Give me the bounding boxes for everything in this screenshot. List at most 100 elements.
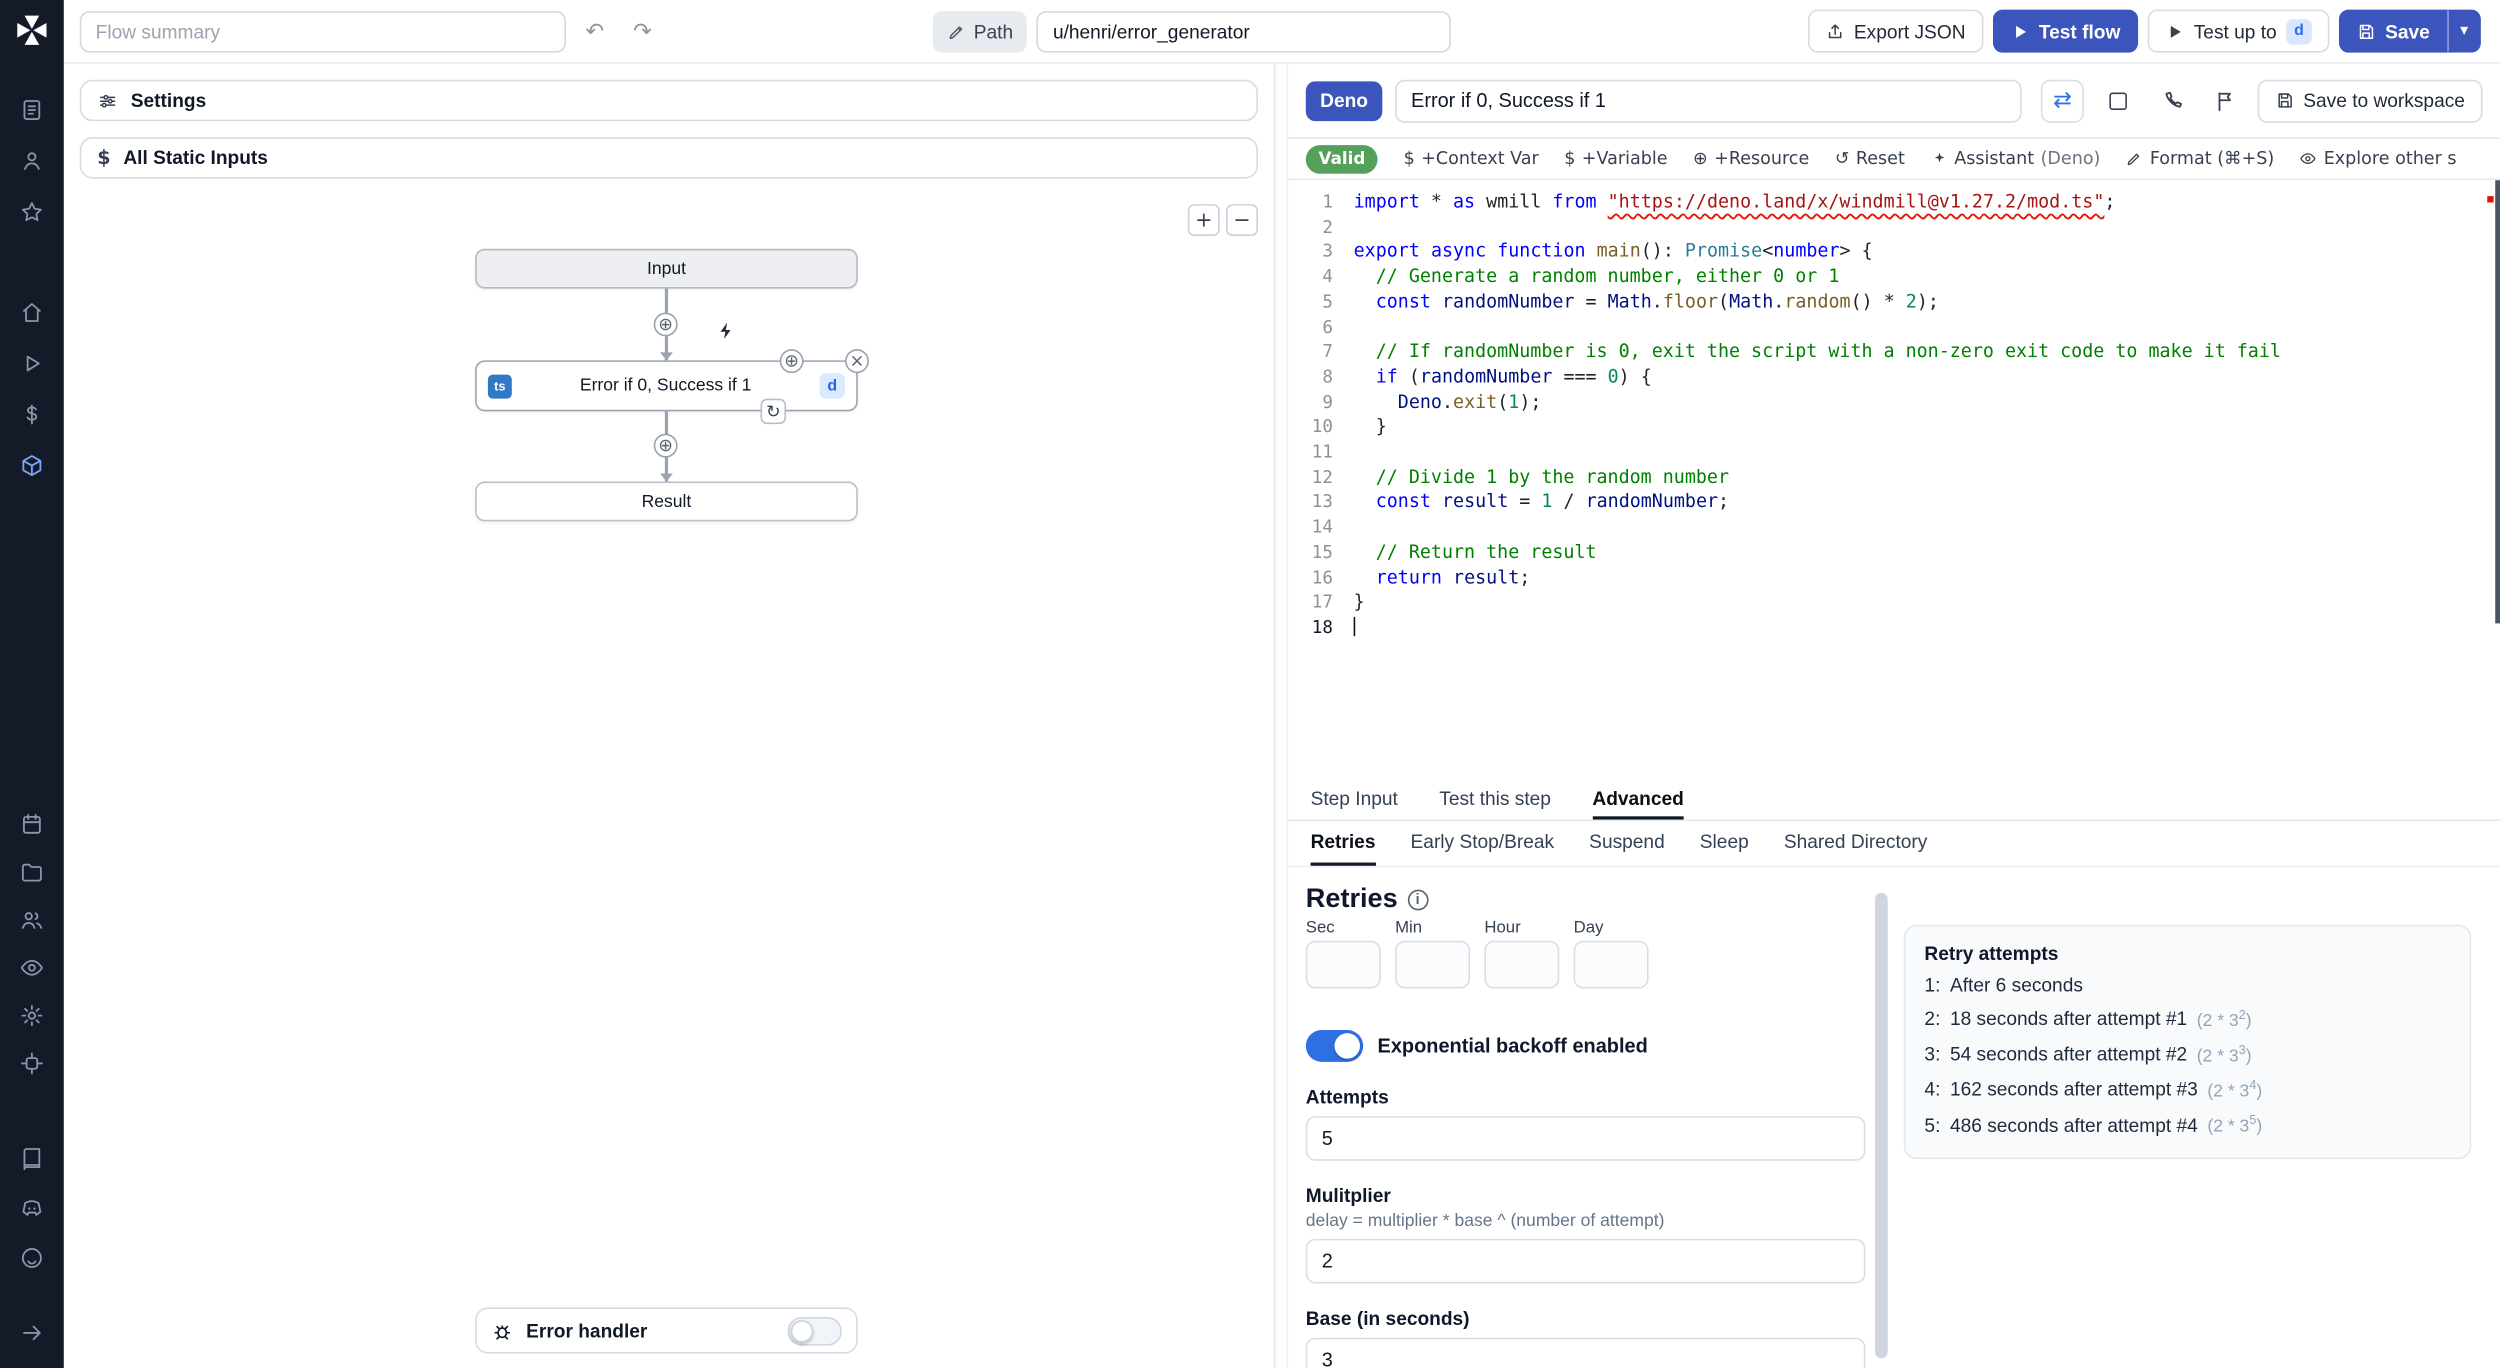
insert-step-button[interactable]: ⊕ [653, 433, 678, 458]
retries-form: Retries i Sec Min Hour Day Exponential b… [1305, 883, 1866, 1368]
subtab-early-stop[interactable]: Early Stop/Break [1411, 821, 1555, 866]
add-resource-button[interactable]: ⊕ +Resource [1693, 148, 1809, 169]
code-line[interactable]: 7 // If randomNumber is 0, exit the scri… [1304, 340, 2500, 365]
code-line[interactable]: 15 // Return the result [1304, 540, 2500, 565]
typescript-badge: ts [487, 373, 512, 398]
day-input[interactable] [1573, 940, 1649, 989]
code-line[interactable]: 5 const randomNumber = Math.floor(Math.r… [1304, 290, 2500, 315]
expand-square-button[interactable] [2100, 81, 2138, 119]
save-dropdown-button[interactable]: ▾ [2447, 9, 2481, 53]
tab-test-this-step[interactable]: Test this step [1439, 780, 1551, 820]
add-variable-button[interactable]: $ +Variable [1564, 148, 1667, 169]
flow-summary-input[interactable] [79, 10, 567, 52]
code-line[interactable]: 17} [1304, 590, 2500, 615]
subtab-sleep[interactable]: Sleep [1700, 821, 1749, 866]
code-line[interactable]: 10 } [1304, 415, 2500, 440]
code-line[interactable]: 12 // Divide 1 by the random number [1304, 465, 2500, 490]
code-line[interactable]: 13 const result = 1 / randomNumber; [1304, 490, 2500, 515]
all-static-inputs-bar[interactable]: $ All Static Inputs [79, 137, 1258, 179]
code-editor[interactable]: 1 import * as wmill from "https://deno.la… [1288, 180, 2500, 780]
flow-node-input[interactable]: Input [475, 248, 858, 289]
step-name-input[interactable] [1395, 78, 2023, 122]
code-line[interactable]: 8 if (randomNumber === 0) { [1304, 365, 2500, 390]
code-line[interactable]: 1 import * as wmill from "https://deno.la… [1304, 190, 2500, 215]
user-icon[interactable] [18, 147, 45, 174]
save-button[interactable]: Save [2338, 9, 2448, 53]
export-json-button[interactable]: Export JSON [1807, 9, 1984, 53]
test-flow-button[interactable]: Test flow [1992, 9, 2138, 53]
gear-icon[interactable] [18, 1001, 45, 1028]
play-icon[interactable] [18, 349, 45, 376]
tab-advanced[interactable]: Advanced [1592, 780, 1684, 820]
resources-cube-icon[interactable] [18, 451, 45, 478]
multiplier-input[interactable] [1305, 1238, 1866, 1284]
code-line[interactable]: 9 Deno.exit(1); [1304, 390, 2500, 415]
panel-splitter[interactable] [1275, 63, 1287, 1368]
eye-icon[interactable] [18, 953, 45, 980]
redo-button[interactable]: ↷ [623, 12, 661, 50]
code-line[interactable]: 14 [1304, 515, 2500, 540]
subtab-suspend[interactable]: Suspend [1589, 821, 1665, 866]
star-icon[interactable] [18, 198, 45, 225]
trigger-bolt-button[interactable] [711, 316, 740, 345]
code-line[interactable]: 2 [1304, 215, 2500, 240]
flag-button[interactable] [2207, 81, 2245, 119]
insert-step-button[interactable]: ⊕ [653, 312, 678, 337]
discord-icon[interactable] [18, 1194, 45, 1221]
calendar-icon[interactable] [18, 810, 45, 837]
error-handler-toggle[interactable] [787, 1316, 842, 1345]
save-to-workspace-button[interactable]: Save to workspace [2257, 78, 2483, 122]
editor-overview-ruler[interactable] [2495, 180, 2500, 624]
add-branch-button[interactable]: ⊕ [779, 349, 804, 374]
dollar-icon[interactable] [18, 400, 45, 427]
hour-input[interactable] [1484, 940, 1560, 989]
path-input[interactable] [1037, 10, 1452, 52]
code-line[interactable]: 4 // Generate a random number, either 0 … [1304, 265, 2500, 290]
assistant-button[interactable]: Assistant (Deno) [1930, 148, 2100, 169]
code-line[interactable]: 18 [1304, 615, 2500, 640]
error-handler-bar[interactable]: Error handler [475, 1307, 858, 1354]
min-label: Min [1395, 918, 1423, 938]
code-line[interactable]: 16 return result; [1304, 565, 2500, 590]
phone-button[interactable] [2153, 81, 2191, 119]
zoom-out-button[interactable]: − [1226, 204, 1258, 236]
docs-book-icon[interactable] [18, 1145, 45, 1172]
attempts-input[interactable] [1305, 1116, 1866, 1161]
diff-swap-button[interactable]: ⇄ [2041, 78, 2084, 122]
expand-sidebar-icon[interactable] [18, 1319, 45, 1346]
code-line[interactable]: 3 export async function main(): Promise<n… [1304, 240, 2500, 265]
toggle-knob [1334, 1033, 1361, 1059]
format-button[interactable]: Format (⌘+S) [2126, 148, 2274, 169]
settings-bar[interactable]: Settings [79, 79, 1258, 122]
zoom-in-button[interactable]: + [1187, 204, 1220, 236]
sec-input[interactable] [1305, 940, 1381, 989]
subtab-shared-directory[interactable]: Shared Directory [1784, 821, 1928, 866]
exponential-backoff-toggle[interactable] [1305, 1029, 1364, 1062]
home-icon[interactable] [18, 298, 45, 325]
tab-step-input[interactable]: Step Input [1311, 780, 1398, 820]
reset-button[interactable]: ↺ Reset [1835, 148, 1905, 169]
folder-icon[interactable] [18, 858, 45, 885]
min-input[interactable] [1395, 940, 1471, 989]
github-icon[interactable] [18, 1244, 45, 1271]
subtab-retries[interactable]: Retries [1310, 821, 1376, 866]
base-input[interactable] [1305, 1337, 1866, 1368]
info-icon[interactable]: i [1407, 888, 1429, 910]
add-context-var-button[interactable]: $ +Context Var [1404, 148, 1539, 169]
test-up-to-button[interactable]: Test up to d [2147, 9, 2330, 53]
vertical-scrollbar[interactable] [1875, 892, 1888, 1359]
runs-icon[interactable] [18, 96, 45, 123]
retry-min-field: Min [1395, 918, 1471, 989]
users-icon[interactable] [18, 906, 45, 933]
retry-indicator-icon[interactable]: ↻ [760, 398, 787, 425]
flow-node-result[interactable]: Result [475, 481, 858, 522]
flow-canvas[interactable]: + − Input ⊕ ts Error if 0, Success if 1 … [80, 188, 1258, 1368]
worker-icon[interactable] [18, 1049, 45, 1076]
undo-button[interactable]: ↶ [576, 12, 614, 50]
delete-step-button[interactable]: × [845, 349, 869, 374]
code-line[interactable]: 11 [1304, 440, 2500, 465]
windmill-logo-icon[interactable] [14, 13, 49, 48]
code-line[interactable]: 6 [1304, 315, 2500, 340]
flow-node-step[interactable]: ts Error if 0, Success if 1 d ⊕ × ↻ [475, 349, 869, 425]
explore-scripts-button[interactable]: Explore other s [2300, 148, 2457, 169]
